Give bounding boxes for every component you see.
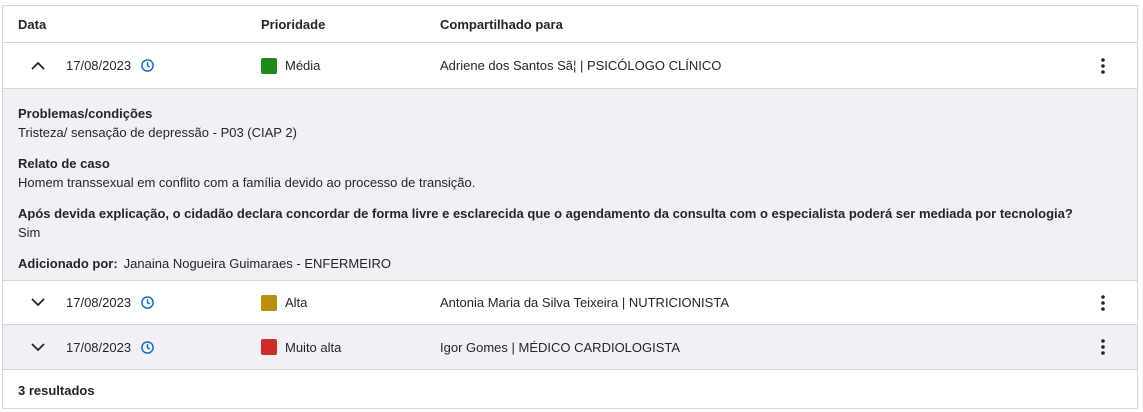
problems-text: Tristeza/ sensação de depressão - P03 (C… <box>18 125 297 140</box>
shared-with: Igor Gomes | MÉDICO CARDIOLOGISTA <box>440 339 681 355</box>
row-detail-panel: Problemas/condições Tristeza/ sensação d… <box>3 88 1137 281</box>
priority-cell: Alta <box>261 294 308 311</box>
row-date: 17/08/2023 <box>66 58 154 73</box>
priority-label: Média <box>285 58 321 73</box>
table-row[interactable]: 17/08/2023 Média Adriene dos Santos Sã¦ … <box>3 43 1137 88</box>
added-by-label: Adicionado por: <box>18 256 118 271</box>
more-options-icon[interactable] <box>1093 337 1113 357</box>
priority-label: Muito alta <box>285 339 342 355</box>
problems-title: Problemas/condições <box>18 106 153 121</box>
priority-color-square <box>261 294 277 311</box>
case-text: Homem transsexual em conflito com a famí… <box>18 175 476 190</box>
chevron-down-icon[interactable] <box>31 340 45 354</box>
consent-answer: Sim <box>18 225 41 240</box>
more-options-icon[interactable] <box>1093 56 1113 76</box>
consent-question: Após devida explicação, o cidadão declar… <box>18 206 1073 221</box>
row-date: 17/08/2023 <box>66 295 154 310</box>
header-date: Data <box>18 16 47 32</box>
more-options-icon[interactable] <box>1093 293 1113 313</box>
priority-color-square <box>261 57 277 74</box>
table-header: Data Prioridade Compartilhado para <box>3 6 1137 43</box>
priority-cell: Média <box>261 57 321 74</box>
clock-icon <box>141 340 154 354</box>
referrals-table: Data Prioridade Compartilhado para 17/08… <box>2 5 1138 409</box>
results-count: 3 resultados <box>18 382 95 398</box>
chevron-up-icon[interactable] <box>31 59 45 73</box>
priority-cell: Muito alta <box>261 339 341 355</box>
shared-with: Adriene dos Santos Sã¦ | PSICÓLOGO CLÍNI… <box>440 58 722 73</box>
clock-icon <box>141 59 154 72</box>
clock-icon <box>141 296 154 309</box>
header-priority: Prioridade <box>261 16 326 32</box>
row-date: 17/08/2023 <box>66 340 154 355</box>
table-row[interactable]: 17/08/2023 Muito alta Igor Gomes | MÉDIC… <box>3 325 1137 370</box>
table-row[interactable]: 17/08/2023 Alta Antonia Maria da Silva T… <box>3 281 1137 325</box>
chevron-down-icon[interactable] <box>31 296 45 310</box>
added-by-value: Janaina Nogueira Guimaraes - ENFERMEIRO <box>123 256 391 271</box>
header-shared: Compartilhado para <box>440 16 563 32</box>
case-title: Relato de caso <box>18 156 110 171</box>
shared-with: Antonia Maria da Silva Teixeira | NUTRIC… <box>440 295 729 310</box>
priority-color-square <box>261 339 277 355</box>
added-by: Adicionado por: Janaina Nogueira Guimarae… <box>18 256 1122 271</box>
priority-label: Alta <box>285 295 308 310</box>
